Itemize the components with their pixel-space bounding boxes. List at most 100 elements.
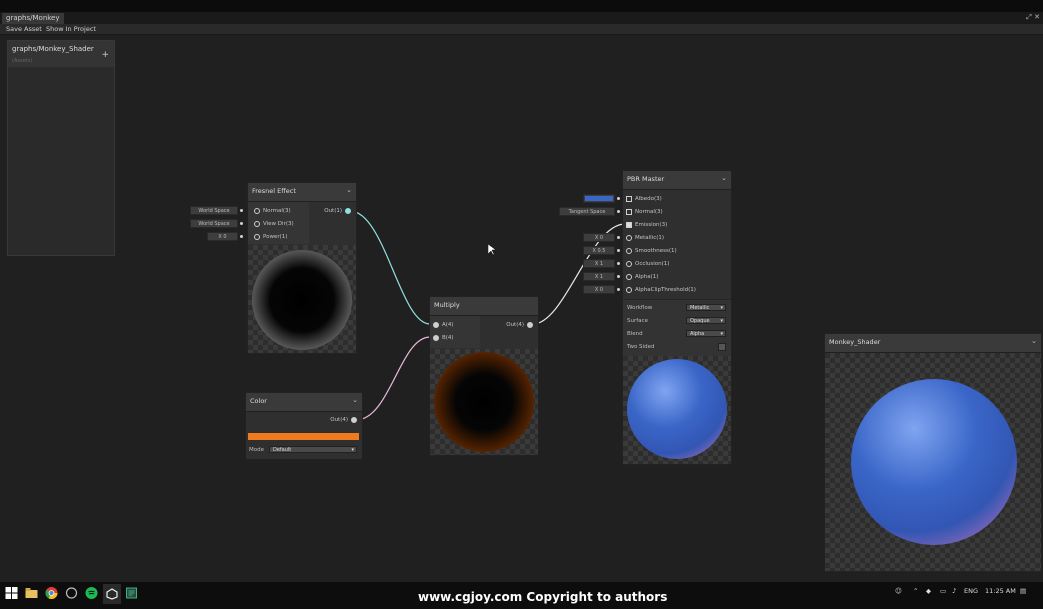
port-label: Alpha(1) bbox=[635, 274, 659, 280]
edge-fresnel-multiply bbox=[349, 210, 431, 325]
notepad-icon[interactable] bbox=[125, 587, 138, 599]
people-icon[interactable]: ☺ bbox=[895, 587, 902, 595]
port-dot-icon bbox=[254, 220, 260, 227]
port-view-dir[interactable]: View Dir(3) bbox=[251, 220, 294, 229]
pbr-preview bbox=[623, 356, 731, 464]
workflow-dropdown[interactable]: Metallic bbox=[686, 304, 726, 312]
port-smoothness[interactable]: Smoothness(1) bbox=[623, 247, 677, 256]
port-out[interactable]: Out(4) bbox=[330, 416, 360, 425]
preview-sphere bbox=[851, 379, 1017, 545]
surface-dropdown[interactable]: Opaque bbox=[686, 317, 726, 325]
color-swatch[interactable] bbox=[248, 433, 359, 440]
chevron-down-icon[interactable]: ⌄ bbox=[721, 174, 727, 182]
blackboard-header: graphs/Monkey_Shader (Assets) + bbox=[8, 41, 114, 67]
blackboard-subtitle: (Assets) bbox=[12, 58, 33, 64]
port-a[interactable]: A(4) bbox=[430, 321, 454, 330]
port-alpha-clip[interactable]: AlphaClipThreshold(1) bbox=[623, 286, 696, 295]
chip-label: X 0 bbox=[594, 235, 604, 241]
chrome-icon[interactable] bbox=[45, 587, 58, 599]
port-b[interactable]: B(4) bbox=[430, 334, 454, 343]
chevron-down-icon[interactable]: ⌄ bbox=[1031, 337, 1037, 345]
chip-label: X 1 bbox=[594, 261, 604, 267]
unity-app-button[interactable] bbox=[103, 584, 121, 604]
cursor-icon bbox=[488, 244, 496, 256]
normal-space-chip[interactable]: Tangent Space bbox=[559, 207, 620, 216]
multiply-node[interactable]: Multiply A(4) B(4) Out(4) bbox=[429, 296, 539, 456]
file-explorer-icon[interactable] bbox=[25, 587, 38, 599]
clock[interactable]: 11:25 AM bbox=[985, 587, 1016, 595]
dropdown-value: Default bbox=[273, 447, 292, 453]
port-emission[interactable]: Emission(3) bbox=[623, 221, 667, 230]
port-label: Emission(3) bbox=[635, 222, 668, 228]
alpha-clip-chip[interactable]: X 0 bbox=[583, 285, 620, 294]
spotify-icon[interactable] bbox=[85, 587, 98, 599]
multiply-preview bbox=[430, 349, 538, 455]
chip-label: X 1 bbox=[594, 274, 604, 280]
blackboard-panel: graphs/Monkey_Shader (Assets) + bbox=[7, 40, 115, 256]
main-preview-window[interactable]: Monkey_Shader ⌄ bbox=[824, 333, 1042, 572]
metallic-chip[interactable]: X 0 bbox=[583, 233, 620, 242]
port-dot-icon bbox=[626, 273, 632, 280]
port-label: Normal(3) bbox=[635, 209, 663, 215]
port-label: B(4) bbox=[442, 335, 454, 341]
main-preview-area[interactable] bbox=[825, 353, 1041, 571]
port-label: Out(4) bbox=[330, 417, 348, 423]
port-occlusion[interactable]: Occlusion(1) bbox=[623, 260, 669, 269]
node-header: Color ⌄ bbox=[246, 393, 362, 412]
preview-title: Monkey_Shader bbox=[829, 338, 881, 346]
blackboard-title: graphs/Monkey_Shader bbox=[12, 45, 94, 53]
preview-sphere bbox=[434, 352, 534, 452]
port-label: Occlusion(1) bbox=[635, 261, 670, 267]
albedo-color-chip[interactable] bbox=[583, 194, 620, 203]
port-dot-icon bbox=[351, 416, 357, 423]
windows-start-icon[interactable] bbox=[5, 587, 18, 599]
smoothness-chip[interactable]: X 0.5 bbox=[583, 246, 620, 255]
setting-label: Workflow bbox=[627, 305, 653, 311]
preview-sphere bbox=[627, 359, 727, 459]
port-normal[interactable]: Normal(3) bbox=[251, 207, 291, 216]
chip-label: X 0 bbox=[594, 287, 604, 293]
pbr-master-node[interactable]: PBR Master ⌄ Albedo(3) Normal(3) Emissio… bbox=[622, 170, 732, 465]
chip-label: X 0.5 bbox=[592, 248, 606, 254]
security-icon[interactable]: ◆ bbox=[926, 587, 931, 595]
notification-icon[interactable]: ▤ bbox=[1020, 587, 1026, 595]
color-node[interactable]: Color ⌄ Out(4) Mode Default bbox=[245, 392, 363, 460]
fresnel-normal-chip[interactable]: World Space bbox=[190, 206, 243, 215]
port-metallic[interactable]: Metallic(1) bbox=[623, 234, 664, 243]
chevron-down-icon[interactable]: ⌄ bbox=[352, 396, 358, 404]
port-albedo[interactable]: Albedo(3) bbox=[623, 195, 662, 204]
language-indicator[interactable]: ENG bbox=[964, 587, 978, 595]
port-dot-icon bbox=[626, 260, 632, 267]
blend-dropdown[interactable]: Alpha bbox=[686, 330, 726, 338]
mode-dropdown[interactable]: Default bbox=[269, 446, 357, 454]
port-alpha[interactable]: Alpha(1) bbox=[623, 273, 658, 282]
port-out[interactable]: Out(1) bbox=[324, 207, 354, 216]
two-sided-checkbox[interactable] bbox=[718, 343, 726, 351]
node-header: Multiply bbox=[430, 297, 538, 316]
port-out[interactable]: Out(4) bbox=[506, 321, 536, 330]
occlusion-chip[interactable]: X 1 bbox=[583, 259, 620, 268]
master-settings: Workflow Metallic Surface Opaque Blend A… bbox=[623, 299, 731, 356]
port-normal[interactable]: Normal(3) bbox=[623, 208, 663, 217]
port-label: Out(1) bbox=[324, 208, 342, 214]
unity-hub-icon[interactable] bbox=[65, 587, 78, 599]
chevron-up-icon[interactable]: ⌃ bbox=[913, 587, 918, 595]
port-power[interactable]: Power(1) bbox=[251, 233, 287, 242]
chevron-down-icon[interactable]: ⌄ bbox=[346, 186, 352, 194]
fresnel-power-chip[interactable]: X 0 bbox=[207, 232, 243, 241]
watermark-text: www.cgjoy.com Copyright to authors bbox=[418, 590, 668, 604]
preview-header: Monkey_Shader ⌄ bbox=[825, 334, 1041, 353]
alpha-chip[interactable]: X 1 bbox=[583, 272, 620, 281]
port-dot-icon bbox=[345, 207, 351, 214]
fresnel-preview bbox=[248, 245, 356, 353]
port-dot-icon bbox=[254, 233, 260, 240]
port-label: Power(1) bbox=[263, 234, 288, 240]
mode-label: Mode bbox=[249, 447, 264, 453]
fresnel-effect-node[interactable]: Fresnel Effect ⌄ Normal(3) View Dir(3) P… bbox=[247, 182, 357, 354]
fresnel-viewdir-chip[interactable]: World Space bbox=[190, 219, 243, 228]
port-dot-icon bbox=[626, 195, 632, 202]
network-icon[interactable]: ▭ bbox=[940, 587, 946, 595]
port-label: A(4) bbox=[442, 322, 454, 328]
add-property-button[interactable]: + bbox=[101, 50, 109, 60]
volume-icon[interactable]: ♪ bbox=[952, 587, 956, 595]
